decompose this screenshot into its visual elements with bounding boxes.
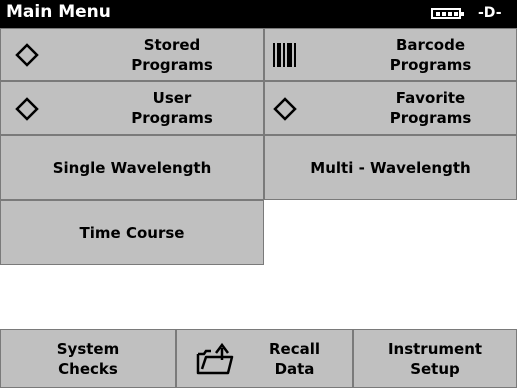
diamond-icon (273, 97, 297, 121)
single-wavelength-button[interactable]: Single Wavelength (0, 135, 264, 200)
page-title: Main Menu (6, 2, 111, 22)
time-course-label: Time Course (79, 223, 185, 242)
instrument-setup-label: Instrument Setup (387, 339, 483, 378)
user-programs-button[interactable]: User Programs (0, 81, 264, 135)
system-checks-label: System Checks (56, 339, 120, 378)
folder-export-icon (196, 342, 234, 375)
favorite-programs-label: Favorite Programs (389, 89, 472, 127)
stored-programs-button[interactable]: Stored Programs (0, 28, 264, 81)
single-wavelength-label: Single Wavelength (52, 158, 212, 177)
diamond-icon (15, 97, 39, 121)
battery-icon (431, 8, 464, 19)
stored-programs-label: Stored Programs (131, 35, 213, 74)
recall-data-label: Recall Data (268, 339, 321, 378)
title-bar: Main Menu -D- (0, 0, 517, 28)
power-plug-icon: -D- (478, 5, 502, 21)
system-checks-button[interactable]: System Checks (0, 329, 176, 388)
diamond-icon (15, 43, 39, 67)
instrument-setup-button[interactable]: Instrument Setup (353, 329, 517, 388)
user-programs-label: User Programs (131, 89, 213, 127)
multi-wavelength-button[interactable]: Multi - Wavelength (264, 135, 517, 200)
favorite-programs-button[interactable]: Favorite Programs (264, 81, 517, 135)
barcode-programs-button[interactable]: Barcode Programs (264, 28, 517, 81)
recall-data-button[interactable]: Recall Data (176, 329, 353, 388)
time-course-button[interactable]: Time Course (0, 200, 264, 265)
barcode-icon (273, 43, 296, 67)
main-menu-screen: Main Menu -D- Stored Programs Barcode Pr… (0, 0, 517, 388)
barcode-programs-label: Barcode Programs (389, 35, 472, 74)
multi-wavelength-label: Multi - Wavelength (310, 158, 471, 177)
